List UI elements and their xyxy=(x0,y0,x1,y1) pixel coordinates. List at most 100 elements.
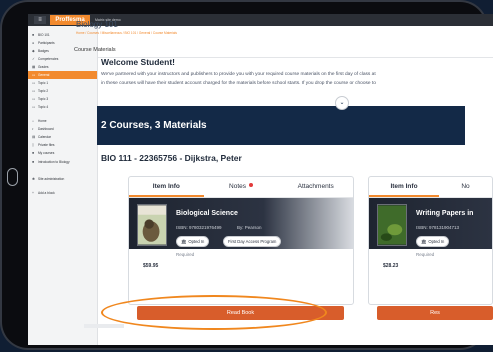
tab-label: No xyxy=(461,183,470,190)
book-cover-image xyxy=(377,204,407,246)
sidebar-item-home[interactable]: ⌂ Home xyxy=(28,117,97,125)
sidebar-item-label: Topic 1 xyxy=(38,81,49,85)
sidebar-item-label: Calendar xyxy=(38,135,51,139)
folder-icon: ▭ xyxy=(32,81,36,85)
badge-label: First Day Access Program xyxy=(228,239,277,244)
summary-text: 2 Courses, 3 Materials xyxy=(101,120,207,131)
chevron-down-icon[interactable]: ⌄ xyxy=(335,96,349,110)
course-heading: BIO 111 - 22365756 - Dijkstra, Peter xyxy=(101,153,242,163)
sidebar-item-label: Add a block xyxy=(38,191,55,195)
sidebar-item-label: Topic 2 xyxy=(38,89,49,93)
sidebar-item-topic3[interactable]: ▭ Topic 3 xyxy=(28,95,97,103)
opted-in-badge[interactable]: 🏛 Opted In xyxy=(176,236,210,247)
price-text: $59.95 xyxy=(143,263,159,269)
notification-dot-icon xyxy=(249,183,253,187)
bank-icon: 🏛 xyxy=(181,239,187,244)
isbn-text: ISBN: 978131904713 xyxy=(416,225,460,230)
dashboard-icon: ◐ xyxy=(32,127,35,131)
sidebar-item-label: Site administration xyxy=(38,177,65,181)
sidebar-item-label: Competencies xyxy=(38,57,59,61)
folder-icon: ▭ xyxy=(32,73,36,77)
sidebar-item-competencies[interactable]: ✓ Competencies xyxy=(28,55,97,63)
badge-label: Opted In xyxy=(188,239,205,244)
breadcrumb[interactable]: Home / Courses / Miscellaneous / BIO 101… xyxy=(76,31,177,35)
sidebar-item-topic2[interactable]: ▭ Topic 2 xyxy=(28,87,97,95)
material-card: Item Info Notes Attachments Biological S… xyxy=(128,176,354,305)
cap-icon: ■ xyxy=(32,160,35,165)
sidebar: ■ BIO 101 ● Participants ◆ Badges ✓ Competen… xyxy=(28,26,98,345)
publisher-text: By: Pearson xyxy=(237,225,262,230)
tab-label: Notes xyxy=(229,183,246,190)
users-icon: ● xyxy=(32,41,35,45)
tab-item-info[interactable]: Item Info xyxy=(369,177,439,197)
isbn-text: ISBN: 9780321976499 xyxy=(176,225,222,230)
sidebar-item-label: Topic 3 xyxy=(38,97,49,101)
material-card: Item Info No Writing Papers in ISBN: 978… xyxy=(368,176,493,305)
plus-icon: + xyxy=(32,191,34,195)
sidebar-item-general[interactable]: ▭ General xyxy=(28,71,97,79)
sidebar-item-add-block[interactable]: + Add a block xyxy=(28,189,97,197)
folder-icon: ▭ xyxy=(32,97,36,101)
welcome-line-2: in these courses will have their student… xyxy=(101,81,376,86)
sidebar-item-my-courses[interactable]: ■ My courses xyxy=(28,149,97,157)
sidebar-item-private-files[interactable]: ▯ Private files xyxy=(28,141,97,149)
read-book-button[interactable]: Res xyxy=(377,306,493,320)
grid-icon: ▦ xyxy=(32,65,36,69)
tab-label: Attachments xyxy=(297,183,334,190)
badge-icon: ◆ xyxy=(32,49,35,53)
cap-icon: ■ xyxy=(32,33,35,37)
card-tabs: Item Info No xyxy=(369,177,492,198)
required-label: Required xyxy=(176,252,195,257)
sidebar-item-topic4[interactable]: ▭ Topic 4 xyxy=(28,103,97,111)
opted-in-badge[interactable]: 🏛 Opted In xyxy=(416,236,450,247)
tab-notes[interactable]: Notes xyxy=(204,177,279,197)
check-icon: ✓ xyxy=(32,57,35,61)
sidebar-item-label: Grades xyxy=(38,65,49,69)
sidebar-item-label: Home xyxy=(38,119,47,123)
sidebar-item-calendar[interactable]: ▤ Calendar xyxy=(28,133,97,141)
calendar-icon: ▤ xyxy=(32,135,36,139)
required-label: Required xyxy=(416,252,435,257)
folder-icon: ▭ xyxy=(32,105,36,109)
price-text: $28.23 xyxy=(383,263,399,269)
home-icon: ⌂ xyxy=(32,119,35,123)
sidebar-item-label: Introduction to Biology xyxy=(38,160,70,165)
sidebar-item-label: Dashboard xyxy=(38,127,54,131)
book-title: Writing Papers in xyxy=(416,210,474,217)
card-tabs: Item Info Notes Attachments xyxy=(129,177,353,198)
tab-label: Item Info xyxy=(390,183,418,190)
tab-item-info[interactable]: Item Info xyxy=(129,177,204,197)
welcome-line-1: We've partnered with your instructors an… xyxy=(101,72,376,77)
highlight-ring xyxy=(101,295,327,330)
file-icon: ▯ xyxy=(32,143,34,147)
sidebar-item-intro-biology[interactable]: ■ Introduction to Biology xyxy=(28,157,97,169)
tab-label: Item Info xyxy=(152,183,180,190)
sidebar-item-topic1[interactable]: ▭ Topic 1 xyxy=(28,79,97,87)
bank-icon: 🏛 xyxy=(421,239,427,244)
sidebar-item-label: Private files xyxy=(38,143,55,147)
gear-icon: ✱ xyxy=(32,177,35,181)
sidebar-item-grades[interactable]: ▦ Grades xyxy=(28,63,97,71)
sidebar-item-label: BIO 101 xyxy=(38,33,50,37)
book-title: Biological Science xyxy=(176,210,238,217)
sidebar-item-dashboard[interactable]: ◐ Dashboard xyxy=(28,125,97,133)
welcome-text: We've partnered with your instructors an… xyxy=(101,70,465,88)
badge-label: Opted In xyxy=(428,239,445,244)
page-title: Biology 101 xyxy=(76,20,118,29)
sidebar-item-label: My courses xyxy=(38,151,55,155)
home-button-icon xyxy=(7,168,18,186)
footer-strip xyxy=(84,324,124,328)
welcome-heading: Welcome Student! xyxy=(101,57,175,67)
folder-icon: ▭ xyxy=(32,89,36,93)
sidebar-item-site-admin[interactable]: ✱ Site administration xyxy=(28,175,97,183)
tab-attachments[interactable]: Attachments xyxy=(278,177,353,197)
sidebar-item-label: Participants xyxy=(38,41,55,45)
hamburger-icon[interactable]: ≡ xyxy=(34,16,46,24)
cap-icon: ■ xyxy=(32,151,35,155)
sidebar-item-label: Badges xyxy=(38,49,49,53)
tab-notes[interactable]: No xyxy=(439,177,492,197)
sidebar-item-label: Topic 4 xyxy=(38,105,49,109)
book-cover-image xyxy=(137,204,167,246)
sidebar-item-participants[interactable]: ● Participants xyxy=(28,39,97,47)
program-badge[interactable]: First Day Access Program xyxy=(223,236,282,247)
